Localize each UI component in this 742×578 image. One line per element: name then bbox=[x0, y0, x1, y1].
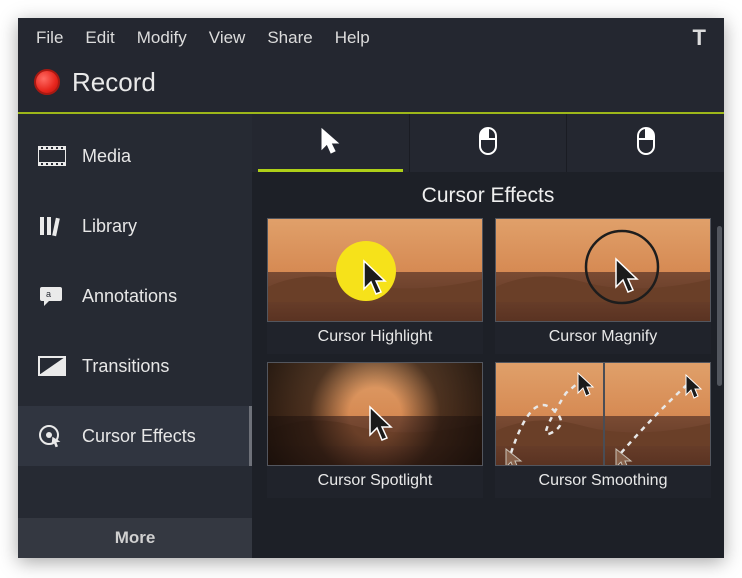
tab-left-click[interactable] bbox=[409, 114, 567, 172]
sidebar-item-media[interactable]: Media bbox=[18, 126, 252, 186]
cursor-icon bbox=[319, 127, 341, 160]
effect-label: Cursor Smoothing bbox=[495, 466, 711, 498]
menu-help[interactable]: Help bbox=[335, 28, 370, 48]
mouse-left-click-icon bbox=[478, 126, 498, 161]
effect-thumbnail-spotlight[interactable] bbox=[267, 362, 483, 466]
main-panel: Cursor Effects bbox=[252, 114, 724, 558]
sidebar-item-library[interactable]: Library bbox=[18, 196, 252, 256]
sidebar-item-label: Media bbox=[82, 146, 131, 167]
effect-thumbnail-smoothing[interactable] bbox=[495, 362, 711, 466]
sidebar-more-label: More bbox=[115, 528, 156, 548]
sidebar-item-transitions[interactable]: Transitions bbox=[18, 336, 252, 396]
effect-card-magnify: Cursor Magnify bbox=[495, 218, 711, 354]
content-area: Media Library a Annotations Transitions bbox=[18, 114, 724, 558]
sidebar-item-annotations[interactable]: a Annotations bbox=[18, 266, 252, 326]
tab-cursor[interactable] bbox=[252, 114, 409, 172]
panel-title: Cursor Effects bbox=[252, 172, 724, 218]
effects-grid: Cursor Highlight bbox=[264, 218, 714, 498]
effect-label: Cursor Magnify bbox=[495, 322, 711, 354]
sidebar-item-label: Annotations bbox=[82, 286, 177, 307]
menu-share[interactable]: Share bbox=[267, 28, 312, 48]
transition-icon bbox=[38, 354, 66, 378]
effect-card-spotlight: Cursor Spotlight bbox=[267, 362, 483, 498]
menu-file[interactable]: File bbox=[36, 28, 63, 48]
menu-modify[interactable]: Modify bbox=[137, 28, 187, 48]
menubar: File Edit Modify View Share Help T bbox=[18, 18, 724, 58]
sidebar-item-cursor-effects[interactable]: Cursor Effects bbox=[18, 406, 252, 466]
effect-tabs bbox=[252, 114, 724, 172]
sidebar-item-label: Transitions bbox=[82, 356, 169, 377]
effect-label: Cursor Spotlight bbox=[267, 466, 483, 498]
speech-bubble-icon: a bbox=[38, 284, 66, 308]
sidebar-more-button[interactable]: More bbox=[18, 518, 252, 558]
mouse-right-click-icon bbox=[636, 126, 656, 161]
effect-thumbnail-magnify[interactable] bbox=[495, 218, 711, 322]
library-icon bbox=[38, 214, 66, 238]
effect-card-highlight: Cursor Highlight bbox=[267, 218, 483, 354]
sidebar: Media Library a Annotations Transitions bbox=[18, 114, 252, 558]
svg-text:a: a bbox=[46, 289, 51, 299]
cursor-effects-icon bbox=[38, 424, 66, 448]
menu-view[interactable]: View bbox=[209, 28, 246, 48]
record-button[interactable]: Record bbox=[18, 58, 724, 112]
record-label: Record bbox=[72, 67, 156, 98]
effect-card-smoothing: Cursor Smoothing bbox=[495, 362, 711, 498]
effect-label: Cursor Highlight bbox=[267, 322, 483, 354]
sidebar-item-label: Cursor Effects bbox=[82, 426, 196, 447]
sidebar-item-label: Library bbox=[82, 216, 137, 237]
record-icon bbox=[34, 69, 60, 95]
brand-label: T bbox=[693, 25, 706, 51]
app-window: File Edit Modify View Share Help T Recor… bbox=[18, 18, 724, 558]
tab-right-click[interactable] bbox=[566, 114, 724, 172]
scrollbar[interactable] bbox=[717, 226, 722, 386]
menu-edit[interactable]: Edit bbox=[85, 28, 114, 48]
filmstrip-icon bbox=[38, 144, 66, 168]
effect-thumbnail-highlight[interactable] bbox=[267, 218, 483, 322]
